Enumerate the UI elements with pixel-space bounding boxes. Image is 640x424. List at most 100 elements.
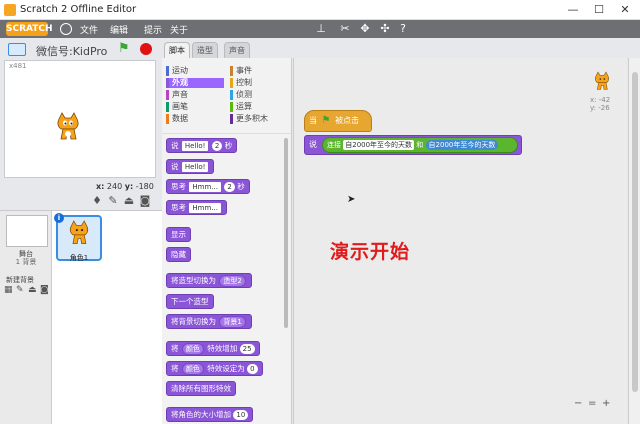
category-sound[interactable]: 声音 (166, 90, 188, 100)
block-think[interactable]: 思考 Hmm... (166, 200, 227, 215)
sprite-thumbnail[interactable]: i 角色1 (54, 213, 102, 262)
category-data[interactable]: 数据 (166, 114, 188, 124)
block-switch-costume[interactable]: 将造型切换为 造型2 (166, 273, 252, 288)
block-set-effect[interactable]: 将 颜色 特效设定为 0 (166, 361, 263, 376)
window-title: Scratch 2 Offline Editor (20, 4, 137, 15)
upload-backdrop-icon[interactable]: ⏏ (28, 285, 40, 295)
paint-sprite-icon[interactable]: ✎ (106, 194, 120, 208)
scripts-scrollbar[interactable] (628, 58, 640, 424)
menu-file[interactable]: 文件 (80, 23, 98, 36)
mouse-coordinates: x: 240 y: -180 (96, 182, 154, 191)
block-say[interactable]: 说 Hello! (166, 159, 215, 174)
block-number[interactable]: 25 (239, 344, 255, 354)
block-input[interactable]: Hello! (181, 141, 209, 151)
block-text: 思考 (171, 182, 186, 191)
block-input[interactable]: Hmm... (189, 203, 221, 213)
stop-icon[interactable] (140, 43, 152, 55)
menu-about[interactable]: 关于 (170, 23, 188, 36)
palette-scrollbar[interactable] (284, 138, 288, 328)
close-button[interactable]: ✕ (612, 2, 638, 18)
grow-icon[interactable]: ✥ (358, 22, 372, 36)
join-input-1[interactable]: 自2000年至今的天数 (343, 140, 415, 150)
block-text: 特效设定为 (207, 364, 245, 373)
language-globe-icon[interactable] (60, 23, 72, 35)
zoom-out-icon[interactable]: − (574, 398, 586, 409)
backdrop-library-icon[interactable]: ▦ (4, 285, 16, 295)
sprite-name: 角色1 (69, 254, 89, 262)
stage[interactable]: x481 (4, 60, 156, 178)
block-change-size[interactable]: 将角色的大小增加 10 (166, 407, 254, 422)
minimize-button[interactable]: — (560, 2, 586, 18)
camera-backdrop-icon[interactable]: ◙ (40, 285, 52, 295)
tab-sounds[interactable]: 声音 (224, 42, 250, 58)
scripts-scrollbar-thumb[interactable] (632, 72, 638, 392)
green-flag-icon[interactable]: ⚑ (118, 42, 132, 56)
days-since-2000-reporter[interactable]: 自2000年至今的天数 (425, 140, 499, 150)
mouse-y-value: -180 (135, 182, 154, 191)
tab-scripts[interactable]: 脚本 (164, 42, 190, 58)
category-more-blocks[interactable]: 更多积木 (230, 114, 268, 124)
block-switch-backdrop[interactable]: 将背景切换为 背景1 (166, 314, 252, 329)
block-text: 将角色的大小增加 (171, 410, 231, 419)
join-block[interactable]: 连接 自2000年至今的天数 和 自2000年至今的天数 (322, 137, 518, 153)
block-number[interactable]: 10 (233, 410, 249, 420)
category-operators[interactable]: 运算 (230, 102, 252, 112)
mouse-y-label: y: (124, 182, 134, 191)
block-number[interactable]: 2 (211, 141, 223, 151)
block-clear-effects[interactable]: 清除所有图形特效 (166, 381, 236, 396)
tab-costumes[interactable]: 造型 (192, 42, 218, 58)
current-sprite-info: x: -42 y: -26 (588, 70, 616, 118)
menu-edit[interactable]: 编辑 (110, 23, 128, 36)
category-pen[interactable]: 画笔 (166, 102, 188, 112)
block-unit: 秒 (224, 141, 233, 150)
stage-header: 微信号:KidProg ⚑ (0, 38, 162, 60)
block-think-for-secs[interactable]: 思考 Hmm... 2 秒 (166, 179, 250, 194)
category-motion[interactable]: 运动 (166, 66, 188, 76)
block-show[interactable]: 显示 (166, 227, 191, 242)
delete-scissors-icon[interactable]: ✂ (338, 22, 352, 36)
block-dropdown[interactable]: 造型2 (219, 275, 246, 287)
category-control[interactable]: 控制 (230, 78, 252, 88)
category-sensing[interactable]: 侦测 (230, 90, 252, 100)
maximize-button[interactable]: ☐ (586, 2, 612, 18)
block-number[interactable]: 0 (247, 364, 258, 374)
zoom-reset-icon[interactable]: = (588, 398, 600, 409)
when-flag-clicked-block[interactable]: 当 ⚑ 被点击 (304, 110, 372, 132)
block-dropdown[interactable]: 颜色 (181, 363, 204, 375)
category-events[interactable]: 事件 (230, 66, 252, 76)
block-hide[interactable]: 隐藏 (166, 247, 191, 262)
block-change-effect[interactable]: 将 颜色 特效增加 25 (166, 341, 260, 356)
camera-sprite-icon[interactable]: ◙ (138, 194, 152, 208)
block-dropdown[interactable]: 颜色 (181, 343, 204, 355)
menu-tips[interactable]: 提示 (144, 23, 162, 36)
block-say-for-secs[interactable]: 说 Hello! 2 秒 (166, 138, 238, 153)
fullscreen-icon[interactable] (8, 43, 26, 56)
duplicate-stamp-icon[interactable]: ⊥ (314, 22, 328, 36)
zoom-in-icon[interactable]: + (602, 398, 614, 409)
block-input[interactable]: Hello! (181, 162, 209, 172)
stage-coord-label: x481 (9, 62, 27, 70)
stage-thumbnail[interactable] (6, 215, 48, 247)
help-icon[interactable]: ? (396, 22, 410, 36)
project-name[interactable]: 微信号:KidProg (36, 43, 108, 59)
block-dropdown[interactable]: 背景1 (219, 316, 246, 328)
hat-clicked-label: 被点击 (335, 116, 360, 125)
shrink-icon[interactable]: ✣ (378, 22, 392, 36)
block-palette: 运动 事件 外观 控制 声音 侦测 画笔 运算 数据 更多积木 说 Hello!… (162, 58, 292, 424)
menu-bar: SCRATCH 文件 编辑 提示 关于 ⊥ ✂ ✥ ✣ ? (0, 20, 640, 38)
block-next-costume[interactable]: 下一个造型 (166, 294, 214, 309)
block-text: 将 (171, 364, 179, 373)
paint-backdrop-icon[interactable]: ✎ (16, 285, 28, 295)
block-number[interactable]: 2 (224, 182, 235, 192)
sprite-info-icon[interactable]: i (54, 213, 64, 223)
cat-thumbnail-icon (69, 220, 89, 244)
category-looks[interactable]: 外观 (166, 78, 224, 88)
upload-sprite-icon[interactable]: ⏏ (122, 194, 136, 208)
block-input[interactable]: Hmm... (189, 182, 221, 192)
block-text: 将 (171, 344, 179, 353)
choose-sprite-library-icon[interactable]: ♦ (90, 194, 104, 208)
scratch-logo[interactable]: SCRATCH (6, 22, 53, 36)
cat-sprite-icon[interactable] (53, 111, 83, 145)
block-unit: 秒 (237, 182, 245, 191)
new-backdrop-label: 新建背景 (6, 276, 34, 284)
